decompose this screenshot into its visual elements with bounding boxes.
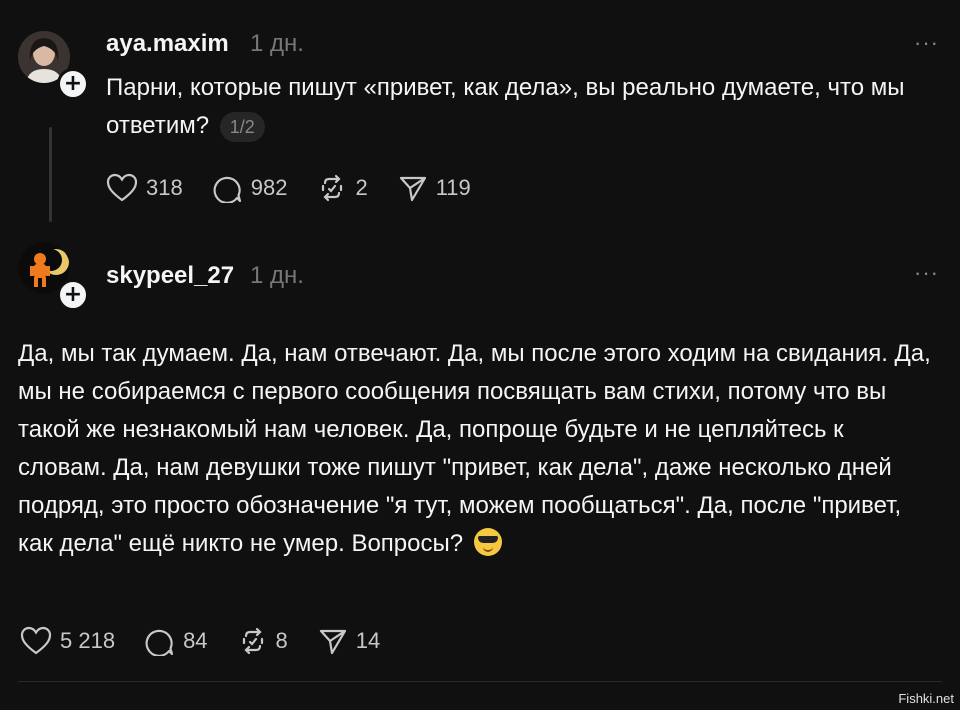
heart-icon [106, 173, 138, 202]
repost-button[interactable]: 2 [317, 173, 368, 203]
follow-button[interactable]: + [57, 279, 89, 311]
username[interactable]: aya.maxim [106, 30, 229, 58]
send-icon [399, 176, 426, 202]
post-body: Да, мы так думаем. Да, нам отвечают. Да,… [18, 340, 931, 557]
divider [18, 681, 942, 682]
comment-count: 982 [250, 175, 288, 200]
username[interactable]: skypeel_27 [106, 262, 234, 290]
post-time: 1 дн. [250, 30, 304, 57]
repost-count: 2 [355, 175, 368, 200]
comment-button[interactable]: 982 [213, 173, 288, 203]
more-options-icon[interactable]: ··· [914, 260, 939, 286]
more-options-icon[interactable]: ··· [914, 30, 939, 56]
like-button[interactable]: 5 218 [20, 626, 115, 656]
repost-icon [242, 627, 263, 655]
share-button[interactable]: 14 [318, 626, 380, 656]
thread-line [49, 127, 52, 222]
send-icon [319, 629, 346, 655]
share-count: 14 [355, 628, 381, 653]
comment-bubble-icon [145, 629, 174, 656]
sunglasses-emoji-icon [473, 528, 502, 556]
heart-icon [20, 626, 52, 655]
post-actions: 5 218 84 8 14 [20, 626, 410, 656]
comment-count: 84 [183, 628, 208, 653]
comment-bubble-icon [213, 176, 241, 203]
comment-button[interactable]: 84 [145, 626, 208, 656]
post-actions: 318 982 2 119 [106, 173, 501, 203]
watermark: Fishki.net [898, 691, 954, 706]
like-button[interactable]: 318 [106, 173, 183, 203]
repost-count: 8 [275, 628, 288, 653]
post-text: Да, мы так думаем. Да, нам отвечают. Да,… [18, 335, 933, 563]
share-button[interactable]: 119 [398, 173, 471, 203]
like-count: 318 [146, 175, 183, 200]
follow-button[interactable]: + [57, 68, 89, 100]
post-text: Парни, которые пишут «привет, как дела»,… [106, 69, 926, 145]
share-count: 119 [435, 175, 471, 200]
post-time: 1 дн. [250, 262, 304, 289]
page-indicator[interactable]: 1/2 [219, 111, 265, 142]
like-count: 5 218 [60, 628, 116, 653]
repost-button[interactable]: 8 [238, 626, 288, 656]
repost-icon [322, 174, 343, 202]
